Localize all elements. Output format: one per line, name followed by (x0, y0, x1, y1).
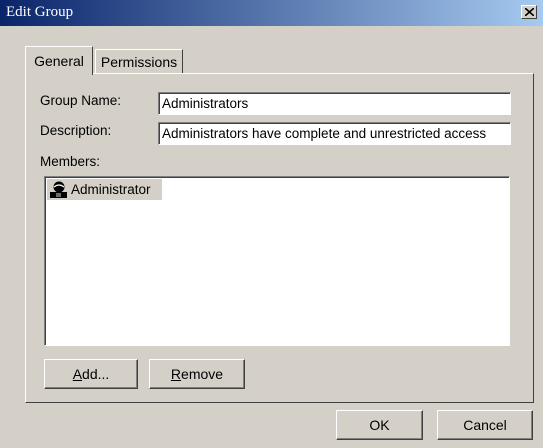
add-button-mnemonic: A (72, 366, 83, 382)
cancel-button[interactable]: Cancel (437, 410, 533, 440)
members-label: Members: (40, 154, 101, 169)
description-value: Administrators have complete and unrestr… (162, 126, 487, 141)
description-field[interactable]: Administrators have complete and unrestr… (158, 122, 511, 145)
user-icon (50, 181, 67, 198)
tab-general[interactable]: General (25, 46, 93, 75)
description-label: Description: (40, 123, 112, 138)
close-icon (525, 8, 534, 16)
list-item[interactable]: Administrator (47, 179, 162, 200)
add-button-label: dd... (82, 366, 110, 382)
cancel-button-label: Cancel (463, 417, 507, 433)
title-bar[interactable]: Edit Group (0, 0, 543, 26)
member-name: Administrator (71, 182, 151, 197)
remove-member-button[interactable]: Remove (149, 359, 245, 389)
edit-group-dialog: Edit Group General Permissions Group Nam… (0, 0, 543, 448)
tab-general-label: General (34, 53, 84, 69)
members-list[interactable]: Administrator (44, 176, 510, 346)
general-tab-panel: Group Name: Administrators Description: … (25, 73, 534, 403)
ok-button[interactable]: OK (336, 410, 423, 440)
group-name-label: Group Name: (40, 93, 122, 108)
add-member-button[interactable]: Add... (44, 359, 138, 389)
remove-button-label: emove (181, 366, 224, 382)
close-button[interactable] (521, 5, 537, 19)
tab-permissions-label: Permissions (100, 54, 178, 70)
tab-permissions[interactable]: Permissions (95, 49, 183, 73)
group-name-value: Administrators (162, 96, 249, 111)
group-name-field[interactable]: Administrators (158, 92, 511, 115)
ok-button-label: OK (369, 417, 390, 433)
remove-button-mnemonic: R (170, 366, 182, 382)
window-title: Edit Group (6, 4, 74, 20)
